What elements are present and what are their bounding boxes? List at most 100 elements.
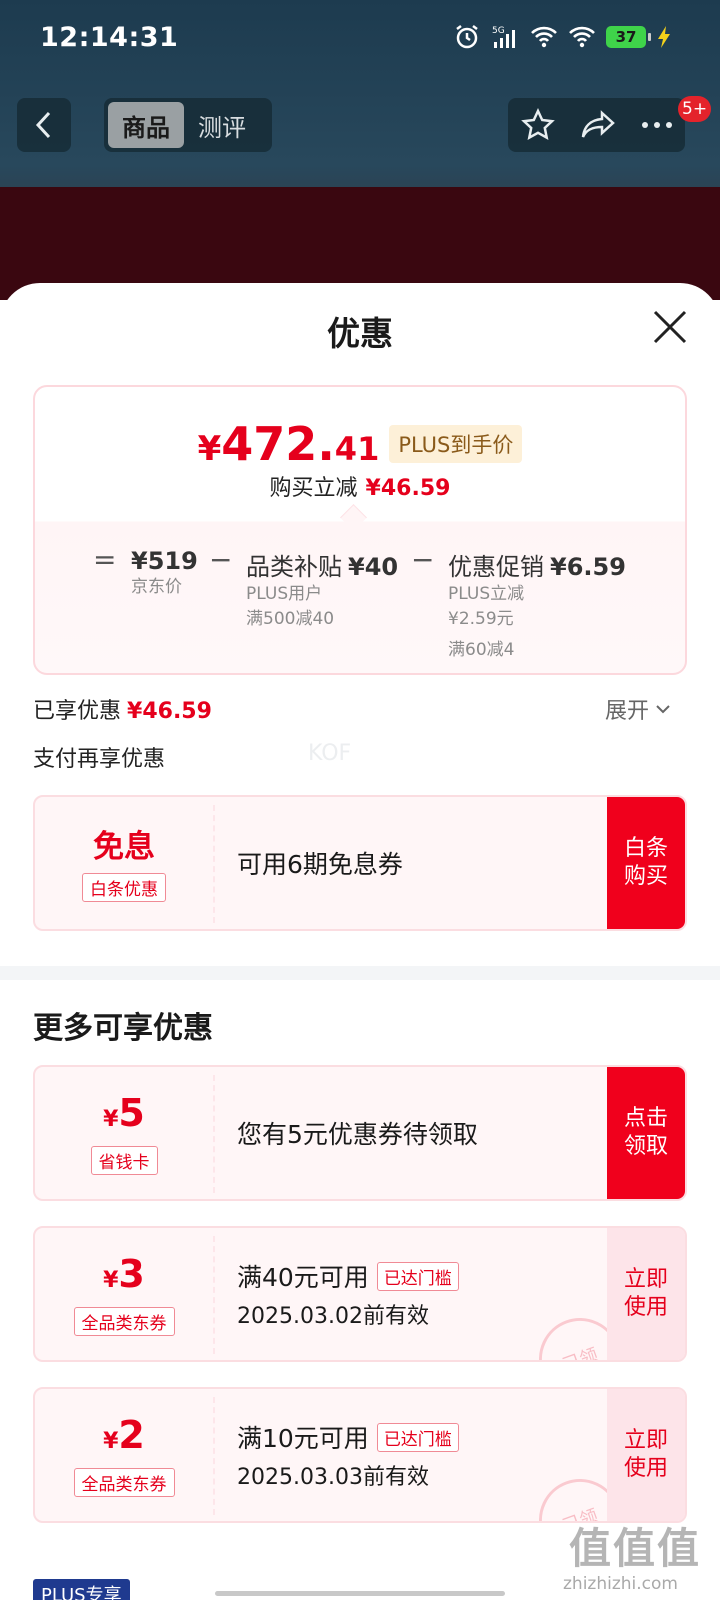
button-line-1: 白条 xyxy=(623,836,668,861)
coupon-value: ¥5 xyxy=(103,1091,145,1142)
coupon-value: ¥3 xyxy=(103,1252,145,1303)
message-badge: 5+ xyxy=(678,96,712,122)
use-coupon-button[interactable]: 立即 使用 xyxy=(607,1228,685,1360)
more-discounts-title: 更多可享优惠 xyxy=(33,1011,213,1046)
promotion-rule: 满60减4 xyxy=(448,640,515,660)
threshold-reached-tag: 已达门槛 xyxy=(376,1422,459,1452)
coupon-divider xyxy=(213,1236,215,1354)
star-icon[interactable] xyxy=(520,108,555,142)
promotion-col: 优惠促销 ¥6.59 PLUS立减 ¥2.59元 满60减4 xyxy=(448,547,626,663)
watermark-text: KOF xyxy=(308,741,352,766)
coupon-value-block: ¥5 省钱卡 xyxy=(35,1067,213,1199)
use-coupon-button[interactable]: 立即 使用 xyxy=(607,1389,685,1521)
site-watermark-logo: 值值值 xyxy=(568,1524,701,1573)
coupon-amount: 3 xyxy=(118,1252,145,1296)
jd-price-col: ¥519 京东价 xyxy=(131,547,198,600)
price-decimal: 41 xyxy=(334,430,380,468)
share-icon[interactable] xyxy=(580,109,616,141)
coupon-threshold: 满40元可用 xyxy=(237,1263,369,1292)
coupon-divider xyxy=(213,805,215,923)
minus-sign: − xyxy=(209,543,233,576)
coupon-threshold: 满10元可用 xyxy=(237,1424,369,1453)
purchase-discount-label: 购买立减 xyxy=(269,476,358,501)
chevron-left-icon xyxy=(35,111,51,139)
status-icons: 5G 37 xyxy=(454,24,672,50)
price-integer: 472. xyxy=(221,417,335,471)
promotion-value: ¥6.59 xyxy=(550,553,626,581)
coupon-value-block: 免息 白条优惠 xyxy=(35,797,213,929)
coupon-card[interactable]: ¥3 全品类东券 满40元可用 已达门槛 2025.03.02前有效 已领 立即使… xyxy=(33,1226,687,1362)
baitiao-coupon-card[interactable]: 免息 白条优惠 可用6期免息券 白条购买 xyxy=(33,795,687,931)
coupon-threshold-line: 满10元可用 已达门槛 xyxy=(237,1419,459,1455)
button-line-2: 使用 xyxy=(623,1295,668,1320)
category-subsidy-rule: 满500减40 xyxy=(246,609,335,629)
wifi-icon xyxy=(531,26,557,48)
threshold-reached-tag: 已达门槛 xyxy=(376,1261,459,1291)
plus-price-tag: PLUS到手价 xyxy=(389,425,523,463)
close-icon[interactable] xyxy=(650,307,690,347)
coupon-value-block: ¥2 全品类东券 xyxy=(35,1389,213,1521)
coupon-expiry: 2025.03.02前有效 xyxy=(237,1304,429,1329)
enjoyed-discount-label: 已享优惠 xyxy=(33,699,122,724)
coupon-type-tag: 省钱卡 xyxy=(90,1146,158,1175)
discount-sheet: 优惠 ¥472.41 PLUS到手价 购买立减 ¥46.59 = ¥519 京东价… xyxy=(0,283,720,1600)
coupon-currency: ¥ xyxy=(103,1268,119,1293)
final-price: ¥472.41 xyxy=(198,417,380,471)
back-button[interactable] xyxy=(17,98,71,152)
claim-coupon-button[interactable]: 点击 领取 xyxy=(607,1067,685,1199)
button-line-2: 购买 xyxy=(623,864,668,889)
tab-product[interactable]: 商品 xyxy=(108,102,184,148)
enjoyed-discount: 已享优惠 ¥46.59 xyxy=(33,693,212,725)
pay-more-title: 支付再享优惠 xyxy=(33,747,166,772)
promotion-note: PLUS立减 xyxy=(448,584,525,604)
coupon-divider xyxy=(213,1075,215,1193)
alarm-icon xyxy=(456,25,478,49)
purchase-discount-line: 购买立减 ¥46.59 xyxy=(35,470,685,502)
section-gap xyxy=(0,966,720,980)
category-subsidy-value: ¥40 xyxy=(348,553,399,581)
final-price-row: ¥472.41 PLUS到手价 xyxy=(35,417,685,471)
coupon-type-tag: 全品类东券 xyxy=(73,1307,175,1336)
more-icon[interactable] xyxy=(641,120,673,130)
coupon-info: 满40元可用 已达门槛 2025.03.02前有效 xyxy=(237,1228,459,1360)
button-line-1: 立即 xyxy=(623,1267,668,1292)
plus-only-tag: PLUS专享 xyxy=(33,1579,130,1600)
home-indicator[interactable] xyxy=(215,1591,505,1596)
nav-actions xyxy=(508,98,685,152)
coupon-card[interactable]: ¥5 省钱卡 您有5元优惠券待领取 点击 领取 xyxy=(33,1065,687,1201)
signal-5g-icon: 5G xyxy=(492,26,515,48)
enjoyed-discount-value: ¥46.59 xyxy=(127,699,212,724)
expand-button[interactable]: 展开 xyxy=(605,693,671,725)
charging-icon xyxy=(658,26,670,48)
coupon-value: ¥2 xyxy=(103,1413,145,1464)
button-line-1: 立即 xyxy=(623,1428,668,1453)
coupon-description: 您有5元优惠券待领取 xyxy=(237,1120,478,1149)
promotion-amount: ¥2.59元 xyxy=(448,609,514,629)
status-time: 12:14:31 xyxy=(40,22,179,53)
coupon-description: 可用6期免息券 xyxy=(237,850,403,879)
category-subsidy-col: 品类补贴 ¥40 PLUS用户 满500减40 xyxy=(246,547,398,632)
equals-sign: = xyxy=(93,543,117,576)
category-subsidy-note: PLUS用户 xyxy=(246,584,323,604)
battery-icon: 37 xyxy=(606,26,651,48)
breakdown-pointer xyxy=(340,504,367,531)
svg-text:5G: 5G xyxy=(492,26,505,36)
coupon-info: 可用6期免息券 xyxy=(237,797,403,929)
wifi-icon-2 xyxy=(569,26,595,48)
baitiao-buy-button[interactable]: 白条 购买 xyxy=(607,797,685,929)
purchase-discount-value: ¥46.59 xyxy=(365,476,451,501)
coupon-type-tag: 白条优惠 xyxy=(82,872,166,902)
promotion-label: 优惠促销 xyxy=(448,553,544,581)
tab-reviews[interactable]: 测评 xyxy=(184,102,260,148)
sheet-title: 优惠 xyxy=(327,314,393,353)
coupon-type-tag: 全品类东券 xyxy=(73,1468,175,1497)
button-line-1: 点击 xyxy=(623,1106,668,1131)
expand-label: 展开 xyxy=(605,699,650,724)
nav-tabs: 商品 测评 xyxy=(104,98,272,152)
coupon-card[interactable]: ¥2 全品类东券 满10元可用 已达门槛 2025.03.03前有效 已领 立即使… xyxy=(33,1387,687,1523)
coupon-threshold-line: 满40元可用 已达门槛 xyxy=(237,1258,459,1294)
product-navbar: 商品 测评 xyxy=(0,98,720,154)
price-currency: ¥ xyxy=(197,429,222,469)
minus-sign-2: − xyxy=(411,543,435,576)
coupon-amount: 5 xyxy=(118,1091,145,1135)
